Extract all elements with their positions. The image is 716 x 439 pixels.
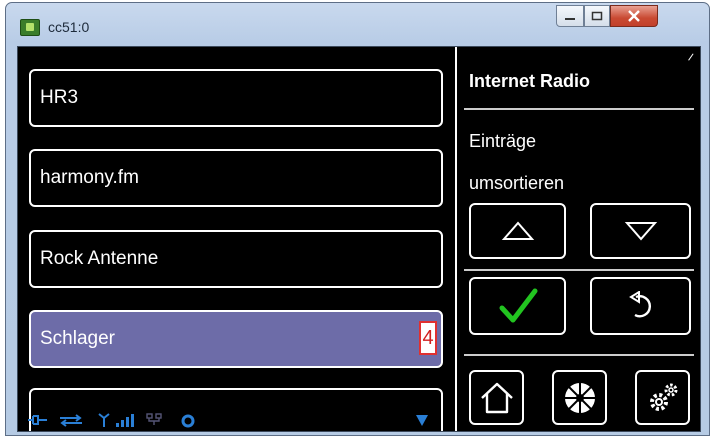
move-up-button[interactable] <box>469 203 566 259</box>
panel-subtitle-line2: umsortieren <box>469 173 565 193</box>
gears-icon <box>649 383 677 411</box>
window-title: cc51:0 <box>48 19 90 35</box>
triangle-down-icon <box>624 222 657 241</box>
close-button[interactable] <box>610 5 658 27</box>
media-disc-icon <box>564 382 595 413</box>
title-bar[interactable]: cc51:0 <box>6 3 709 43</box>
minimize-icon <box>565 18 575 20</box>
back-button[interactable] <box>590 277 691 335</box>
sync-icon <box>181 414 195 428</box>
list-item-hr3[interactable]: HR3 <box>29 69 443 127</box>
scroll-down-icon[interactable] <box>415 413 429 427</box>
minimize-button[interactable] <box>556 5 584 27</box>
plug-icon <box>28 415 47 425</box>
triangle-up-icon <box>501 221 534 240</box>
panel-separator <box>464 354 694 356</box>
position-badge: 4 <box>419 321 437 355</box>
signal-bars-icon <box>116 414 134 427</box>
device-screen: HR3 harmony.fm Rock Antenne Schlager 4 I… <box>17 46 701 432</box>
status-bar <box>18 407 455 431</box>
settings-button[interactable] <box>635 370 690 425</box>
list-item-schlager[interactable]: Schlager 4 <box>29 310 443 368</box>
list-item-rock-antenne[interactable]: Rock Antenne <box>29 230 443 288</box>
checkmark-icon <box>499 288 537 323</box>
network-link-icon <box>60 414 82 427</box>
antenna-icon <box>98 413 110 427</box>
maximize-icon <box>591 11 603 21</box>
list-item-label: Schlager <box>40 328 115 349</box>
maximize-button[interactable] <box>584 5 610 27</box>
close-icon <box>628 10 640 22</box>
panel-subtitle-line1: Einträge <box>469 131 537 151</box>
app-window: cc51:0 HR3 harmony.fm Rock Antenne Schla… <box>5 2 710 436</box>
list-item-label: Rock Antenne <box>40 248 159 269</box>
panel-separator <box>464 269 694 271</box>
panel-divider <box>455 47 457 431</box>
panel-separator <box>464 108 694 110</box>
home-button[interactable] <box>469 370 524 425</box>
list-item-label: HR3 <box>40 87 79 108</box>
move-down-button[interactable] <box>590 203 691 259</box>
resize-mark-icon <box>682 49 694 61</box>
list-item-harmony[interactable]: harmony.fm <box>29 149 443 207</box>
app-icon <box>20 19 40 36</box>
list-item-label: harmony.fm <box>40 167 139 188</box>
home-icon <box>480 382 513 413</box>
lan-icon <box>146 413 162 425</box>
undo-icon <box>628 291 651 318</box>
media-button[interactable] <box>552 370 607 425</box>
panel-title: Internet Radio <box>469 71 591 91</box>
confirm-button[interactable] <box>469 277 566 335</box>
